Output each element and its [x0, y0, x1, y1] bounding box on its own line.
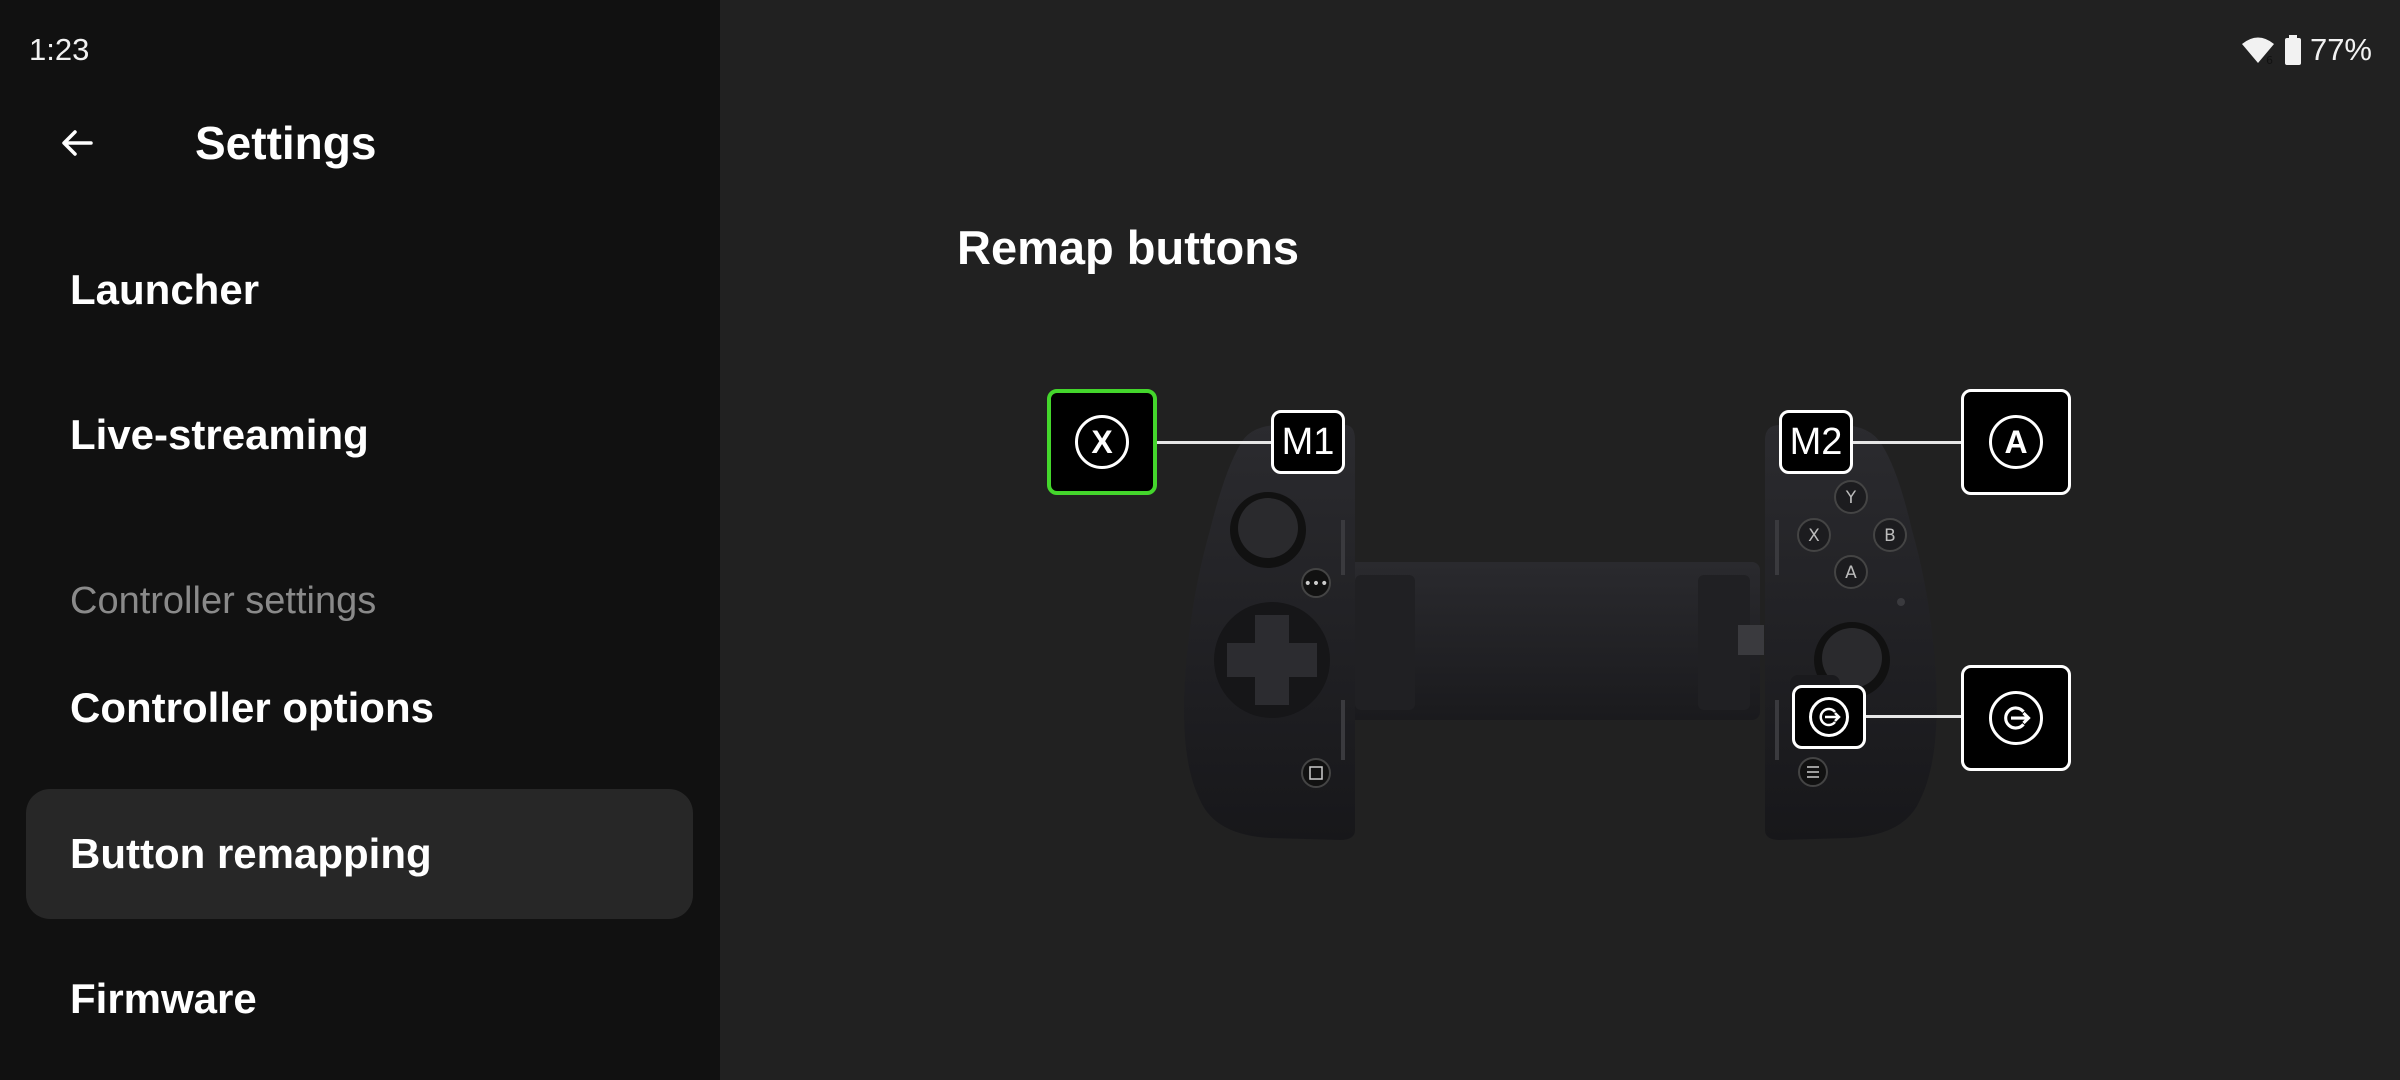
battery-level: 77% — [2309, 32, 2372, 67]
a-button-icon: A — [1989, 415, 2043, 469]
m2-mapped-button[interactable]: A — [1961, 389, 2071, 495]
section-label-controller-settings: Controller settings — [70, 580, 377, 622]
sidebar-item-button-remapping[interactable]: Button remapping — [26, 789, 693, 919]
sidebar-item-controller-options[interactable]: Controller options — [26, 643, 693, 773]
m1-button-label[interactable]: M1 — [1271, 410, 1345, 474]
sidebar-item-firmware[interactable]: Firmware — [26, 934, 693, 1064]
wifi-icon: 6 — [2241, 37, 2274, 65]
battery-icon — [2284, 35, 2301, 65]
share-button-label[interactable] — [1792, 685, 1866, 749]
sidebar-item-launcher[interactable]: Launcher — [26, 225, 693, 355]
connector-line-share — [1864, 715, 1964, 718]
sidebar-item-label: Firmware — [70, 975, 257, 1022]
sidebar-item-label: Controller options — [70, 684, 434, 731]
status-time: 1:23 — [29, 32, 90, 67]
face-button-y: Y — [1845, 488, 1857, 508]
svg-text:•••: ••• — [1304, 576, 1329, 592]
m2-button-label[interactable]: M2 — [1779, 410, 1853, 474]
sidebar-item-label: Live-streaming — [70, 411, 369, 458]
x-button-icon: X — [1075, 415, 1129, 469]
share-icon — [1989, 691, 2043, 745]
face-button-b: B — [1884, 526, 1896, 546]
m1-mapped-button[interactable]: X — [1047, 389, 1157, 495]
share-icon — [1809, 697, 1849, 737]
connector-line-m1 — [1154, 441, 1274, 444]
face-button-a: A — [1845, 563, 1857, 583]
m1-label: M1 — [1281, 420, 1335, 463]
sidebar-item-label: Button remapping — [70, 830, 432, 877]
connector-line-m2 — [1848, 441, 1964, 444]
controller-image: ••• Y X B A — [1184, 425, 1937, 840]
share-mapped-button[interactable] — [1961, 665, 2071, 771]
back-arrow-icon — [62, 130, 93, 156]
face-button-x: X — [1808, 526, 1820, 546]
svg-text:6: 6 — [2266, 54, 2273, 65]
page-title: Settings — [195, 117, 377, 169]
sidebar-item-live-streaming[interactable]: Live-streaming — [26, 370, 693, 500]
m2-label: M2 — [1789, 420, 1843, 463]
sidebar-item-label: Launcher — [70, 266, 260, 313]
back-button[interactable] — [44, 110, 110, 176]
section-title: Remap buttons — [957, 221, 1300, 274]
sidebar: 1:23 Settings Launcher Live-streaming Co… — [0, 0, 720, 1080]
status-icons: 6 77% — [2240, 32, 2372, 68]
